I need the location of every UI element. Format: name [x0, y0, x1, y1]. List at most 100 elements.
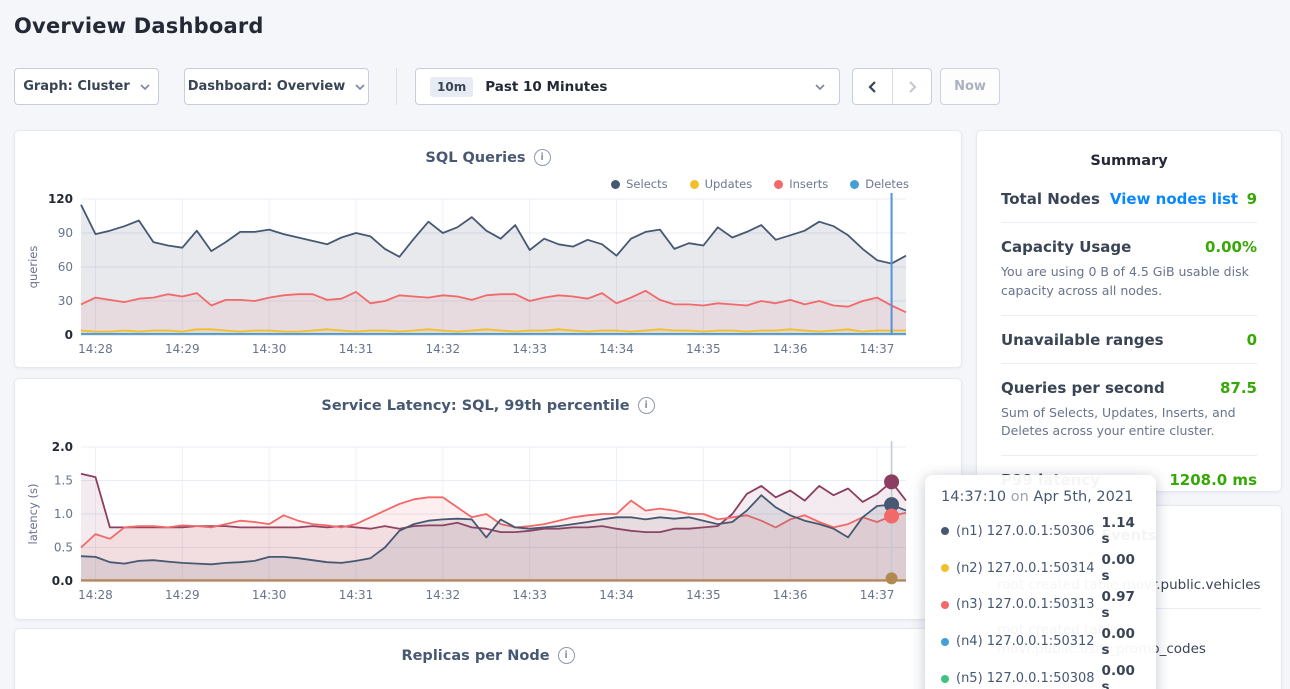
- svg-text:14:32: 14:32: [426, 588, 461, 602]
- sql-queries-title: SQL Queries: [425, 150, 525, 166]
- tooltip-node-row: (n4) 127.0.0.1:50312 0.00 s: [939, 623, 1142, 660]
- svg-text:60: 60: [58, 260, 73, 274]
- summary-row-description: Sum of Selects, Updates, Inserts, and De…: [1001, 404, 1257, 442]
- summary-row: Queries per second 87.5 Sum of Selects, …: [1001, 363, 1257, 456]
- svg-text:14:36: 14:36: [773, 342, 808, 356]
- info-icon[interactable]: i: [558, 647, 575, 664]
- replicas-per-node-title: Replicas per Node: [401, 648, 549, 664]
- svg-text:14:33: 14:33: [512, 342, 547, 356]
- sql-queries-legend: Selects Updates Inserts Deletes: [611, 177, 909, 191]
- page-title: Overview Dashboard: [14, 14, 264, 38]
- time-range-label: Past 10 Minutes: [485, 79, 803, 95]
- svg-text:2.0: 2.0: [52, 440, 73, 454]
- summary-row-label: Queries per second: [1001, 379, 1165, 397]
- chevron-right-icon: [907, 80, 918, 94]
- tooltip-node-row: (n2) 127.0.0.1:50314 0.00 s: [939, 550, 1142, 587]
- time-forward-button[interactable]: [892, 69, 931, 104]
- summary-row-label: Unavailable ranges: [1001, 331, 1164, 349]
- legend-item: Updates: [690, 177, 753, 191]
- summary-row: Capacity Usage 0.00% You are using 0 B o…: [1001, 222, 1257, 315]
- svg-text:14:37: 14:37: [860, 342, 895, 356]
- controls-divider: [396, 68, 397, 105]
- service-latency-chart[interactable]: 14:28 14:29 14:30 14:31 14:32 14:33 14:34 14:35…: [15, 431, 963, 617]
- node-color-dot: [941, 675, 949, 683]
- time-range-badge: 10m: [430, 77, 473, 97]
- sql-queries-card: SQL Queries i Selects Updates Inserts Delet…: [14, 130, 962, 368]
- graph-dropdown-label: Graph: Cluster: [23, 79, 130, 94]
- service-latency-card: Service Latency: SQL, 99th percentile i …: [14, 378, 962, 620]
- legend-item: Selects: [611, 177, 667, 191]
- legend-dot: [850, 180, 859, 189]
- svg-text:120: 120: [48, 192, 73, 206]
- summary-row-value: 87.5: [1220, 379, 1257, 397]
- overview-dashboard-page: Overview Dashboard Graph: Cluster Dashbo…: [0, 0, 1290, 689]
- summary-row-label: Total Nodes: [1001, 190, 1100, 208]
- svg-text:1.0: 1.0: [54, 507, 73, 521]
- svg-text:14:32: 14:32: [426, 342, 461, 356]
- svg-text:14:31: 14:31: [339, 588, 374, 602]
- svg-text:14:28: 14:28: [78, 588, 113, 602]
- dashboard-dropdown-label: Dashboard: Overview: [188, 79, 346, 94]
- summary-row: Unavailable ranges 0: [1001, 315, 1257, 363]
- tooltip-node-row: (n1) 127.0.0.1:50306 1.14 s: [939, 513, 1142, 550]
- service-latency-title: Service Latency: SQL, 99th percentile: [321, 398, 629, 414]
- replicas-per-node-card: Replicas per Node i: [14, 628, 962, 689]
- summary-row-description: You are using 0 B of 4.5 GiB usable disk…: [1001, 263, 1257, 301]
- summary-row-value: 1208.0 ms: [1169, 471, 1257, 489]
- svg-text:14:33: 14:33: [512, 588, 547, 602]
- svg-text:0.0: 0.0: [52, 574, 73, 588]
- summary-row-value: 0: [1247, 331, 1257, 349]
- svg-text:14:34: 14:34: [599, 342, 634, 356]
- graph-dropdown[interactable]: Graph: Cluster: [14, 68, 159, 105]
- node-color-dot: [941, 601, 949, 609]
- svg-text:14:29: 14:29: [165, 342, 200, 356]
- svg-text:1.5: 1.5: [54, 474, 73, 488]
- info-icon[interactable]: i: [638, 397, 655, 414]
- svg-text:14:29: 14:29: [165, 588, 200, 602]
- svg-text:14:30: 14:30: [252, 342, 287, 356]
- summary-row: Total Nodes View nodes list 9: [1001, 175, 1257, 222]
- svg-text:14:37: 14:37: [860, 588, 895, 602]
- node-color-dot: [941, 527, 949, 535]
- sql-queries-chart[interactable]: 14:28 14:29 14:30 14:31 14:32 14:33 14:34 14:35…: [15, 191, 963, 363]
- summary-title: Summary: [977, 131, 1281, 169]
- chevron-down-icon: [140, 84, 150, 90]
- svg-text:14:28: 14:28: [78, 342, 113, 356]
- legend-item: Inserts: [774, 177, 828, 191]
- svg-text:14:31: 14:31: [339, 342, 374, 356]
- svg-text:latency (s): latency (s): [26, 484, 40, 545]
- legend-dot: [611, 180, 620, 189]
- node-color-dot: [941, 564, 949, 572]
- svg-text:14:36: 14:36: [773, 588, 808, 602]
- node-color-dot: [941, 638, 949, 646]
- svg-text:30: 30: [58, 294, 73, 308]
- chart-hover-tooltip: 14:37:10 on Apr 5th, 2021 (n1) 127.0.0.1…: [925, 475, 1156, 689]
- legend-dot: [690, 180, 699, 189]
- tooltip-timestamp: 14:37:10 on Apr 5th, 2021: [941, 489, 1142, 505]
- svg-text:queries: queries: [26, 246, 40, 289]
- summary-panel: Summary Total Nodes View nodes list 9 Ca…: [976, 130, 1282, 492]
- summary-row-value: 9: [1247, 190, 1257, 208]
- now-button[interactable]: Now: [940, 68, 1000, 105]
- summary-row-label: Capacity Usage: [1001, 238, 1131, 256]
- tooltip-node-row: (n3) 127.0.0.1:50313 0.97 s: [939, 587, 1142, 624]
- svg-text:14:35: 14:35: [686, 588, 721, 602]
- svg-text:0: 0: [65, 328, 73, 342]
- info-icon[interactable]: i: [534, 149, 551, 166]
- svg-text:14:35: 14:35: [686, 342, 721, 356]
- legend-dot: [774, 180, 783, 189]
- view-nodes-list-link[interactable]: View nodes list: [1110, 190, 1238, 208]
- svg-text:0.5: 0.5: [54, 541, 73, 555]
- chevron-left-icon: [867, 80, 878, 94]
- legend-item: Deletes: [850, 177, 909, 191]
- time-range-selector[interactable]: 10m Past 10 Minutes: [415, 68, 840, 105]
- chevron-down-icon: [815, 84, 825, 90]
- svg-text:14:34: 14:34: [599, 588, 634, 602]
- time-nav-arrows: [852, 68, 932, 105]
- time-back-button[interactable]: [853, 69, 892, 104]
- dashboard-dropdown[interactable]: Dashboard: Overview: [184, 68, 369, 105]
- summary-row-value: 0.00%: [1205, 238, 1257, 256]
- svg-text:14:30: 14:30: [252, 588, 287, 602]
- svg-text:90: 90: [58, 226, 73, 240]
- tooltip-node-row: (n5) 127.0.0.1:50308 0.00 s: [939, 660, 1142, 689]
